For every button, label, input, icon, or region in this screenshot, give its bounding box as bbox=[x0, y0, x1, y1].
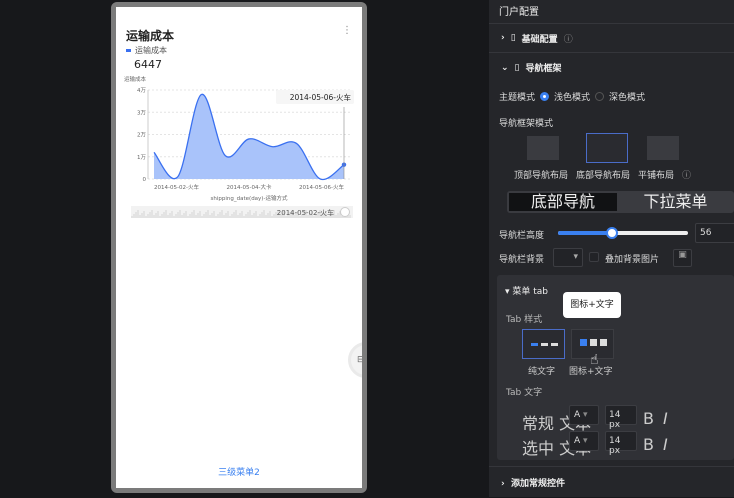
y-tick-label: 2万 bbox=[137, 132, 146, 139]
area-chart[interactable]: 运输成本 0 1万 2万 3万 4万 2014-05-06-火车 2014-05-02-火车 2… bbox=[116, 7, 362, 227]
slider-handle[interactable] bbox=[606, 227, 618, 239]
normal-color-select[interactable]: A ▾ bbox=[569, 405, 599, 425]
layout-top-option[interactable] bbox=[527, 136, 559, 160]
menu-tab-title: 菜单 tab bbox=[512, 287, 549, 297]
layout-labels: 顶部导航布局 底部导航布局 平铺布局 ⓘ bbox=[514, 168, 691, 181]
layout-label: 平铺布局 bbox=[638, 171, 675, 181]
x-tick-label: 2014-05-06-火车 bbox=[299, 183, 344, 191]
panel-title: 门户配置 bbox=[489, 0, 734, 24]
font-a: A bbox=[574, 436, 581, 446]
y-tick-label: 4万 bbox=[137, 87, 146, 94]
section-add-controls[interactable]: › 添加常规控件 bbox=[489, 466, 734, 498]
info-icon: ⓘ bbox=[563, 34, 573, 45]
slider-handle[interactable] bbox=[340, 207, 350, 217]
image-icon[interactable]: ▣ bbox=[673, 249, 692, 267]
height-label: 导航栏高度 bbox=[499, 231, 545, 241]
chevron-down-icon: ⌄ bbox=[501, 62, 509, 73]
overlay-checkbox[interactable] bbox=[589, 252, 599, 262]
section-nav[interactable]: ⌄ ▯ 导航框架 bbox=[489, 53, 734, 82]
phone-icon: ▯ bbox=[514, 62, 520, 73]
hand-cursor-icon: ☝ bbox=[590, 352, 599, 368]
phone-screen: 运输成本 ⋮ 运输成本 6447 运输成本 0 1万 2万 3万 4万 2014-05-06… bbox=[116, 7, 362, 488]
theme-label: 主题模式 bbox=[499, 93, 536, 103]
phone-preview: 运输成本 ⋮ 运输成本 6447 运输成本 0 1万 2万 3万 4万 2014-05-06… bbox=[111, 2, 367, 493]
y-axis-title: 运输成本 bbox=[124, 75, 147, 83]
style-text-only-label: 纯文字 bbox=[528, 367, 556, 377]
layout-label: 底部导航布局 bbox=[576, 171, 631, 181]
nav-segmented-control: 底部导航 下拉菜单 bbox=[507, 191, 734, 213]
slider-label: 2014-05-02-火车 bbox=[277, 208, 334, 217]
info-icon: ⓘ bbox=[682, 171, 692, 181]
y-tick-label: 0 bbox=[143, 177, 147, 183]
bg-label: 导航栏背景 bbox=[499, 255, 545, 265]
overlay-label: 叠加背景图片 bbox=[605, 255, 660, 265]
x-tick-label: 2014-05-02-火车 bbox=[154, 183, 199, 191]
section-basic[interactable]: › ▯ 基础配置 ⓘ bbox=[489, 24, 734, 53]
bold-button[interactable]: B bbox=[643, 409, 654, 428]
normal-size-input[interactable]: 14 px bbox=[605, 405, 637, 430]
layout-tile-option[interactable] bbox=[647, 136, 679, 160]
italic-button[interactable]: I bbox=[663, 435, 668, 454]
layout-bottom-option[interactable] bbox=[586, 133, 628, 163]
tooltip: 图标+文字 bbox=[563, 292, 621, 318]
tab-style-label: Tab 样式 bbox=[506, 315, 543, 325]
bg-color-picker[interactable]: ▾ bbox=[553, 248, 583, 267]
tab-text-label: Tab 文字 bbox=[506, 388, 543, 398]
y-tick-label: 1万 bbox=[137, 154, 146, 161]
area-fill bbox=[154, 94, 344, 180]
font-a: A bbox=[574, 410, 581, 420]
floating-button[interactable]: ⊟ bbox=[348, 342, 362, 378]
bold-button[interactable]: B bbox=[643, 435, 654, 454]
dark-label: 深色模式 bbox=[609, 93, 646, 103]
phone-icon: ▯ bbox=[510, 33, 516, 43]
x-tick-label: 2014-05-04-大卡 bbox=[227, 183, 272, 191]
add-controls-label: 添加常规控件 bbox=[510, 479, 565, 489]
height-slider[interactable] bbox=[558, 227, 688, 239]
y-tick-label: 3万 bbox=[137, 109, 146, 116]
theme-row: 主题模式 浅色模式 深色模式 bbox=[499, 90, 645, 103]
seg-bottom-nav[interactable]: 底部导航 bbox=[509, 193, 617, 211]
radio-light[interactable] bbox=[540, 92, 550, 101]
italic-button[interactable]: I bbox=[663, 409, 668, 428]
x-axis-title: shipping_date(day)-运输方式 bbox=[211, 194, 288, 202]
chevron-right-icon: › bbox=[501, 33, 505, 43]
light-label: 浅色模式 bbox=[554, 93, 591, 103]
menu-tab-header[interactable]: ▾ 菜单 tab bbox=[505, 284, 548, 297]
nav-mode-label: 导航框架模式 bbox=[499, 119, 554, 129]
bottom-tab-item[interactable]: 三级菜单2 bbox=[116, 465, 362, 478]
style-text-only[interactable] bbox=[522, 329, 565, 359]
selected-size-input[interactable]: 14 px bbox=[605, 431, 637, 456]
selected-color-select[interactable]: A ▾ bbox=[569, 431, 599, 451]
height-input[interactable]: 56 bbox=[695, 223, 734, 243]
tooltip-text: 2014-05-06-火车 bbox=[290, 92, 352, 102]
layout-label: 顶部导航布局 bbox=[514, 171, 569, 181]
seg-dropdown[interactable]: 下拉菜单 bbox=[619, 193, 732, 211]
radio-dark[interactable] bbox=[595, 92, 605, 101]
